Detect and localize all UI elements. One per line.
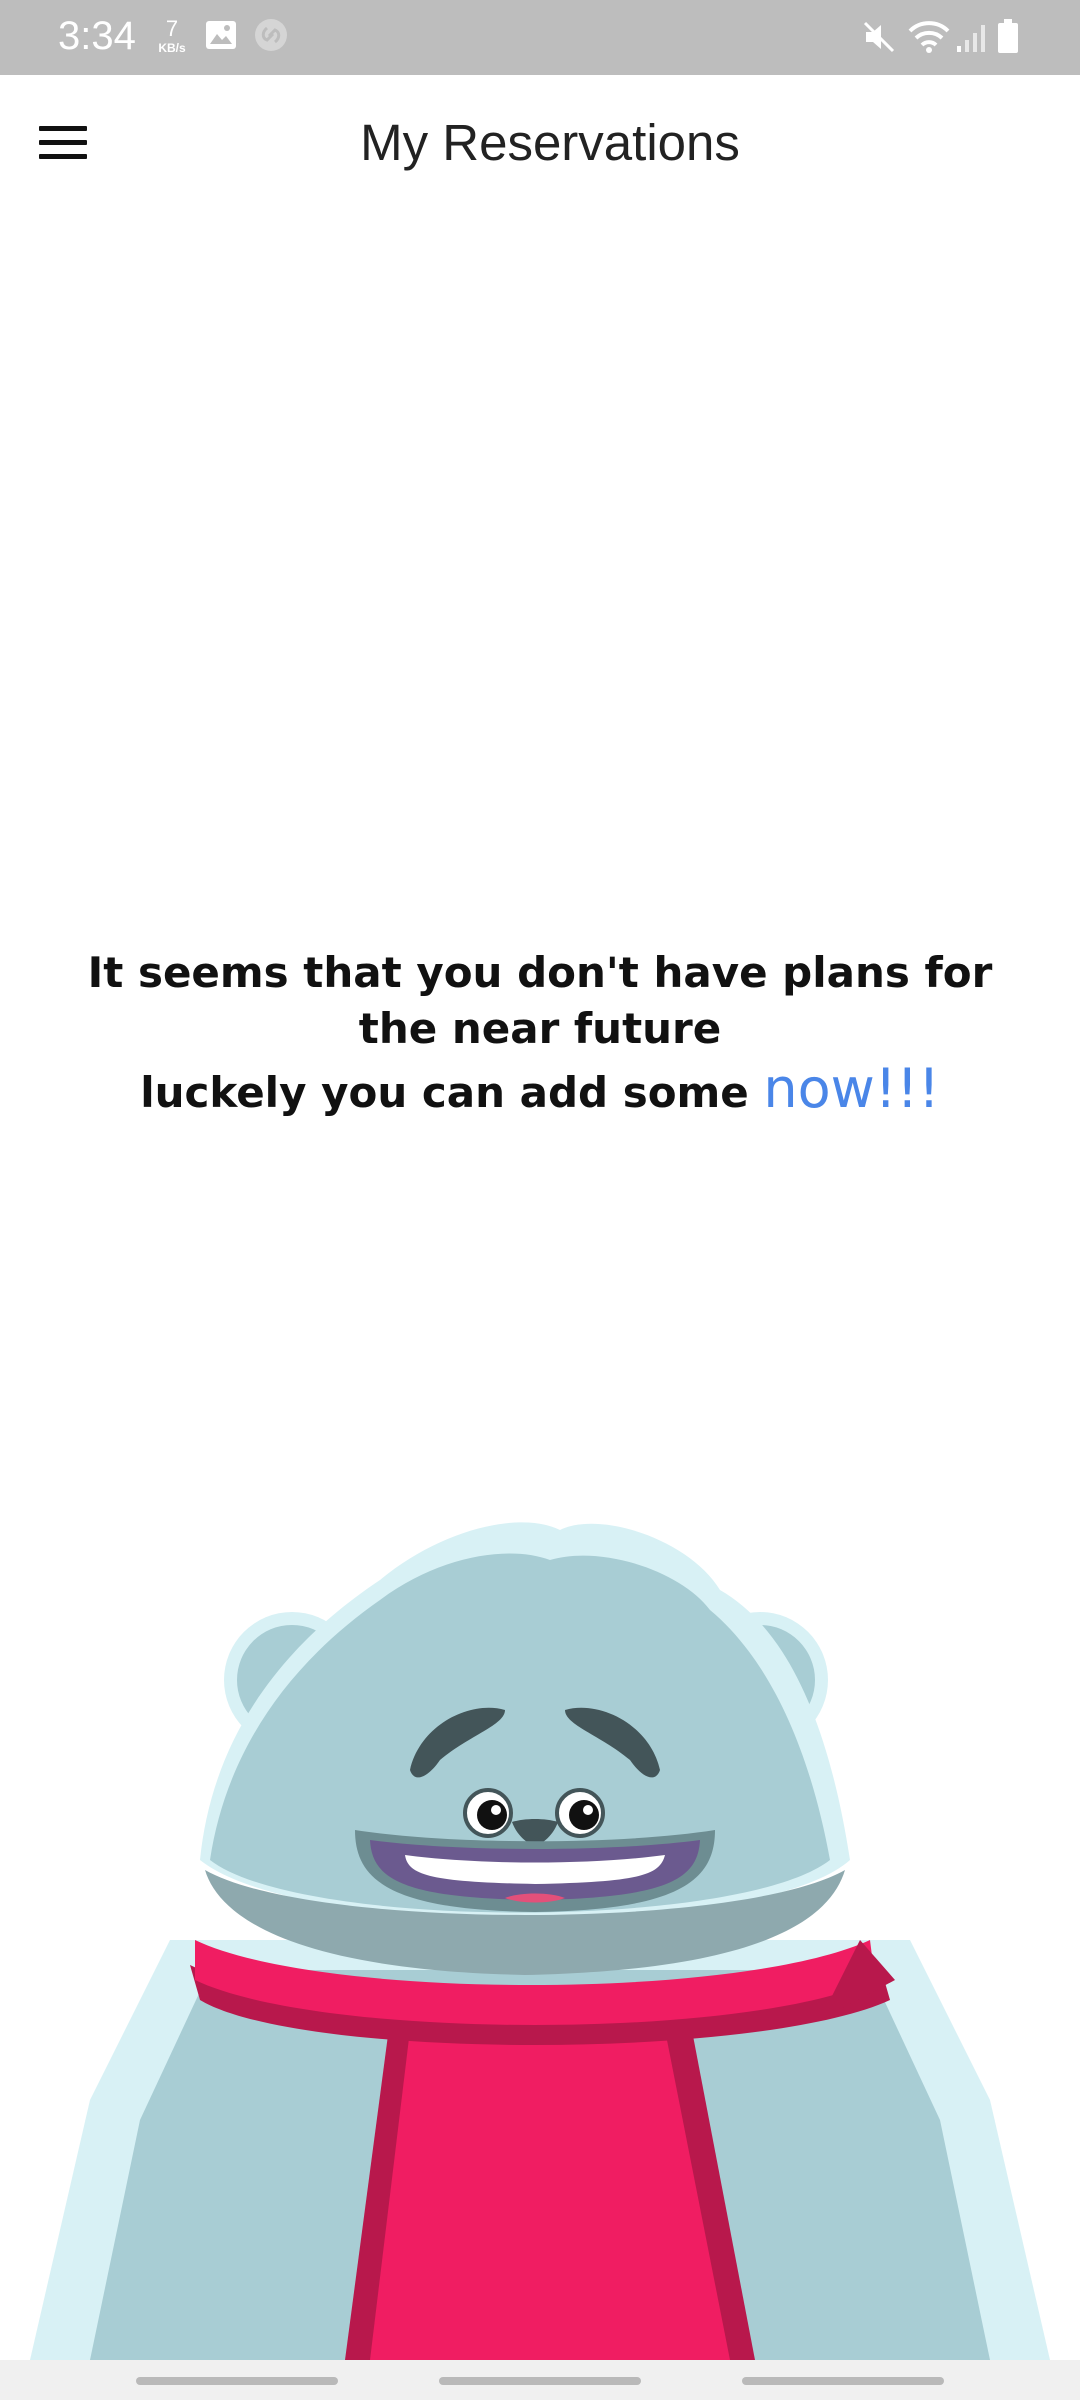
page-title: My Reservations [360, 114, 740, 171]
network-speed-unit: KB/s [158, 41, 186, 55]
signal-icon [955, 20, 989, 59]
empty-state-message: It seems that you don't have plans for t… [60, 945, 1020, 1121]
add-now-link[interactable]: now!!! [763, 1057, 939, 1120]
yeti-illustration [30, 1522, 1050, 2360]
empty-state-line1: It seems that you don't have plans for t… [87, 948, 993, 1053]
yeti-mascot [0, 1500, 1080, 2360]
nav-back-button[interactable] [742, 2377, 944, 2385]
shazam-icon [254, 18, 288, 57]
app-bar: My Reservations [0, 75, 1080, 213]
empty-state-line2-text: luckely you can add some [140, 1068, 764, 1117]
status-bar: 3:34 7 KB/s [0, 0, 1080, 75]
battery-icon [997, 18, 1019, 59]
network-speed-value: 7 [165, 16, 179, 41]
mute-icon [862, 20, 896, 59]
nav-home-button[interactable] [439, 2377, 641, 2385]
wifi-icon [908, 20, 950, 59]
nav-recent-apps-button[interactable] [136, 2377, 338, 2385]
network-speed: 7 KB/s [152, 16, 192, 55]
navigation-bar [0, 2360, 1080, 2400]
status-time: 3:34 [58, 14, 136, 58]
gallery-icon [205, 20, 237, 55]
empty-state-line2: luckely you can add some now!!! [60, 1061, 1020, 1121]
